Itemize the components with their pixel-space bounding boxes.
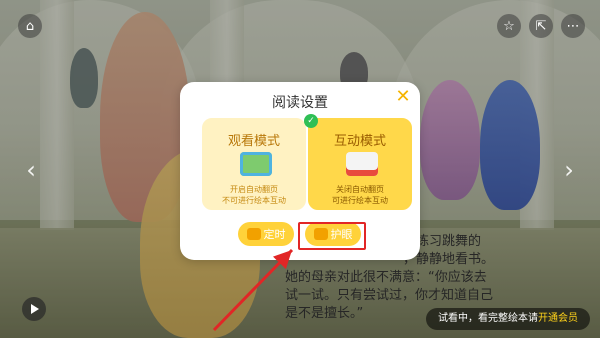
view-mode-card[interactable]: 观看模式 开启自动翻页 不可进行绘本互动 (202, 118, 306, 210)
interactive-mode-desc-line: 可进行绘本互动 (332, 196, 388, 205)
timer-label: 定时 (263, 228, 286, 241)
trial-banner[interactable]: 试看中，看完整绘本请开通会员 (426, 308, 590, 330)
story-line: 她的母亲对此很不满意：“你应该去 (285, 270, 487, 285)
star-icon[interactable]: ☆ (497, 14, 521, 38)
interactive-mode-desc-line: 关闭自动翻页 (336, 185, 384, 194)
trial-text: 试看中，看完整绘本请 (438, 313, 538, 324)
play-icon[interactable] (22, 297, 46, 321)
home-icon[interactable]: ⌂ (18, 14, 42, 38)
interactive-mode-card[interactable]: ✓ 互动模式 关闭自动翻页 可进行绘本互动 (304, 114, 412, 210)
alarm-icon (246, 228, 261, 240)
interactive-book-icon (346, 152, 378, 176)
chevron-right-icon[interactable]: › (554, 155, 584, 185)
interactive-mode-desc: 关闭自动翻页 可进行绘本互动 (310, 184, 410, 206)
view-mode-desc: 开启自动翻页 不可进行绘本互动 (204, 184, 304, 206)
timer-button[interactable]: 定时 (238, 222, 294, 246)
close-icon[interactable]: ✕ (394, 88, 412, 106)
dialog-title: 阅读设置 (272, 95, 328, 111)
open-membership-link[interactable]: 开通会员 (538, 313, 578, 324)
eye-care-highlight (298, 222, 366, 250)
selected-check-icon: ✓ (304, 114, 318, 128)
reader-screen: ⌂ ☆ ⇱ ⋯ ‹ › 儿练习跳舞的 ，静静地看书。 她的母亲对此很不满意：“你… (0, 0, 600, 338)
interactive-mode-title: 互动模式 (333, 134, 386, 149)
more-icon[interactable]: ⋯ (561, 14, 585, 38)
view-mode-desc-line: 不可进行绘本互动 (222, 196, 286, 205)
auto-page-icon (240, 152, 272, 176)
story-line: 试一试。只有尝试过，你才知道自己 (285, 288, 494, 303)
view-mode-desc-line: 开启自动翻页 (230, 185, 278, 194)
view-mode-title: 观看模式 (227, 134, 280, 149)
share-icon[interactable]: ⇱ (529, 14, 553, 38)
chevron-left-icon[interactable]: ‹ (16, 155, 46, 185)
